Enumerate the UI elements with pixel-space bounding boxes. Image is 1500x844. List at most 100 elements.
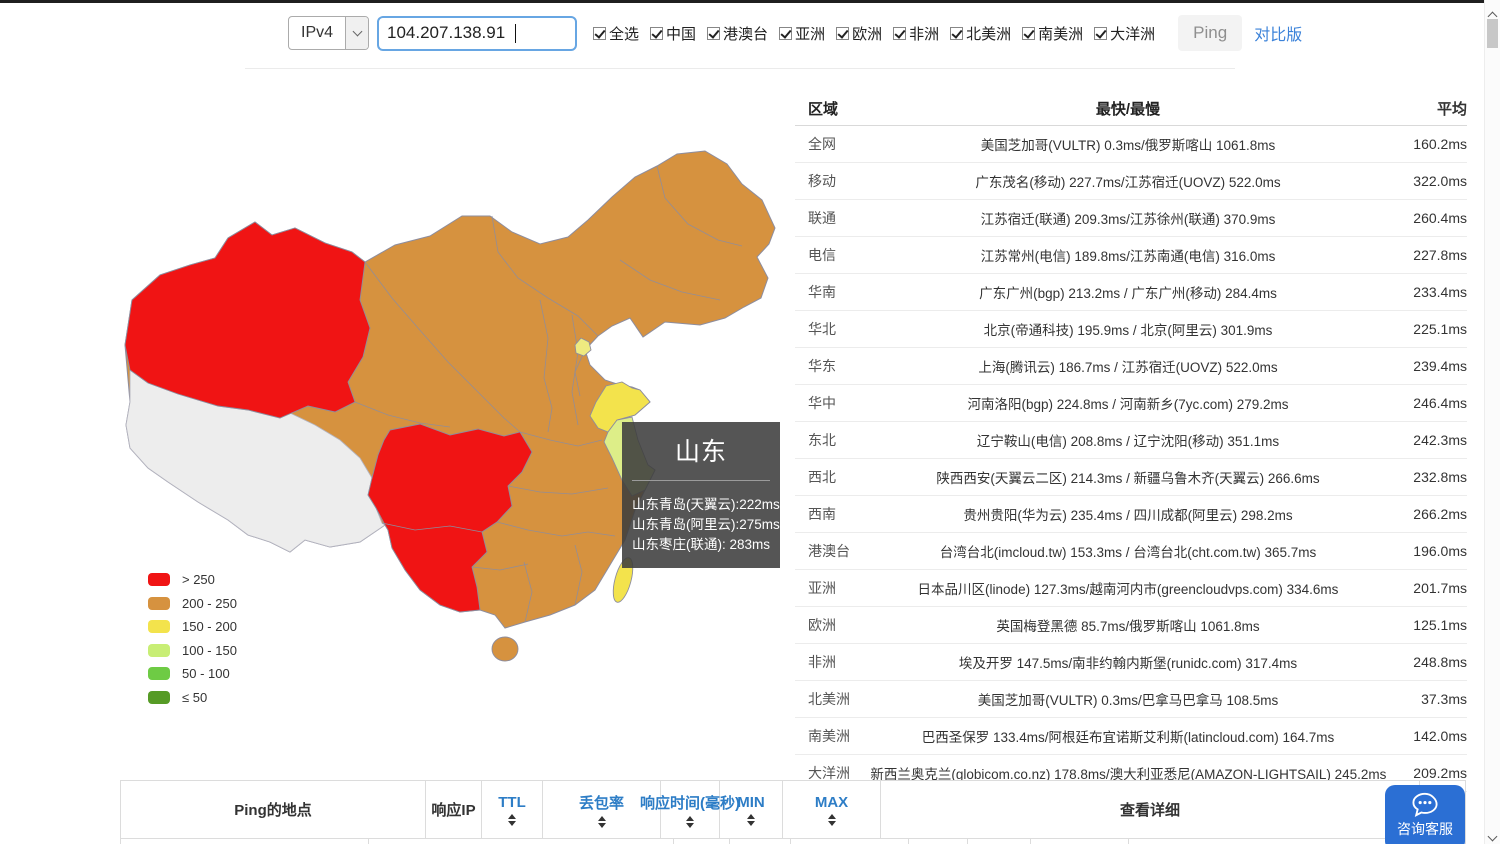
- scroll-down-icon[interactable]: [1489, 827, 1496, 844]
- region-checkbox[interactable]: 欧洲: [836, 23, 882, 44]
- province-hainan[interactable]: [492, 637, 518, 661]
- checkbox-label: 欧洲: [852, 23, 882, 44]
- table-row: 华中 河南洛阳(bgp) 224.8ms / 河南新乡(7yc.com) 279…: [795, 385, 1467, 422]
- region-checkbox[interactable]: 全选: [593, 23, 639, 44]
- sort-arrows-icon[interactable]: [686, 816, 694, 828]
- ip-version-select[interactable]: IPv4: [288, 16, 369, 50]
- support-button[interactable]: 咨询客服: [1385, 785, 1465, 844]
- ping-header-cell[interactable]: 响应IP: [426, 781, 482, 838]
- scrollbar[interactable]: [1484, 0, 1500, 844]
- scrollbar-thumb[interactable]: [1487, 19, 1498, 48]
- checkbox-icon[interactable]: [950, 27, 963, 40]
- top-border: [0, 0, 1484, 3]
- cell-region: 欧洲: [795, 615, 873, 635]
- table-row: 东北 辽宁鞍山(电信) 208.8ms / 辽宁沈阳(移动) 351.1ms 2…: [795, 422, 1467, 459]
- table-row: 南美洲 巴西圣保罗 133.4ms/阿根廷布宜诺斯艾利斯(latincloud.…: [795, 718, 1467, 755]
- checkbox-icon[interactable]: [1094, 27, 1107, 40]
- tooltip-node-name: 山东青岛(阿里云):: [632, 515, 739, 535]
- region-checkbox[interactable]: 亚洲: [779, 23, 825, 44]
- tooltip-line: 山东青岛(天翼云): 222ms: [632, 495, 770, 515]
- legend-item: ≤ 50: [148, 686, 237, 710]
- ping-header-cell[interactable]: MAX: [783, 781, 881, 838]
- checkbox-icon[interactable]: [650, 27, 663, 40]
- region-checkbox[interactable]: 北美洲: [950, 23, 1011, 44]
- region-checkbox[interactable]: 大洋洲: [1094, 23, 1155, 44]
- table-row: 华南 广东广州(bgp) 213.2ms / 广东广州(移动) 284.4ms …: [795, 274, 1467, 311]
- table-row: 亚洲 日本品川区(linode) 127.3ms/越南河内市(greenclou…: [795, 570, 1467, 607]
- ip-version-value: IPv4: [289, 17, 345, 49]
- cell-region: 西南: [795, 504, 873, 524]
- sort-down-icon: [508, 821, 516, 826]
- sort-arrows-icon[interactable]: [828, 814, 836, 826]
- topbar-divider: [245, 68, 1235, 69]
- ping-table: Ping的地点 响应IP TTL: [120, 780, 1466, 844]
- cell-average: 242.3ms: [1383, 432, 1467, 448]
- table-row: 西北 陕西西安(天翼云二区) 214.3ms / 新疆乌鲁木齐(天翼云) 266…: [795, 459, 1467, 496]
- tooltip-node-name: 山东青岛(天翼云):: [632, 495, 739, 515]
- tooltip-lines: 山东青岛(天翼云): 222ms 山东青岛(阿里云): 275ms 山东枣庄(联…: [632, 495, 770, 555]
- checkbox-icon[interactable]: [707, 27, 720, 40]
- legend-swatch: [148, 597, 170, 610]
- checkbox-icon[interactable]: [893, 27, 906, 40]
- checkbox-icon[interactable]: [1022, 27, 1035, 40]
- cell-fastest-slowest: 日本品川区(linode) 127.3ms/越南河内市(greencloudvp…: [873, 578, 1383, 598]
- table-row: 联通 江苏宿迁(联通) 209.3ms/江苏徐州(联通) 370.9ms 260…: [795, 200, 1467, 237]
- ping-header-label: MIN: [737, 794, 765, 811]
- sort-down-icon: [598, 823, 606, 828]
- table-row: 西南 贵州贵阳(华为云) 235.4ms / 四川成都(阿里云) 298.2ms…: [795, 496, 1467, 533]
- region-checkbox[interactable]: 南美洲: [1022, 23, 1083, 44]
- cell-fastest-slowest: 美国芝加哥(VULTR) 0.3ms/巴拿马巴拿马 108.5ms: [873, 689, 1383, 709]
- checkbox-label: 南美洲: [1038, 23, 1083, 44]
- legend-item: > 250: [148, 568, 237, 592]
- cell-fastest-slowest: 辽宁鞍山(电信) 208.8ms / 辽宁沈阳(移动) 351.1ms: [873, 430, 1383, 450]
- ping-button[interactable]: Ping: [1178, 15, 1242, 51]
- cell-fastest-slowest: 美国芝加哥(VULTR) 0.3ms/俄罗斯喀山 1061.8ms: [873, 134, 1383, 154]
- region-checkbox-group: 全选 中国 港澳台 亚洲 欧洲: [593, 23, 1166, 44]
- cell-fastest-slowest: 江苏宿迁(联通) 209.3ms/江苏徐州(联通) 370.9ms: [873, 208, 1383, 228]
- map-tooltip: 山东 山东青岛(天翼云): 222ms 山东青岛(阿里云): 275ms 山东枣…: [622, 422, 780, 568]
- sort-down-icon: [686, 823, 694, 828]
- legend-label: ≤ 50: [182, 690, 207, 705]
- compare-version-link[interactable]: 对比版: [1254, 21, 1302, 45]
- ping-header-label: 查看详细: [1120, 799, 1180, 820]
- region-checkbox[interactable]: 港澳台: [707, 23, 768, 44]
- chevron-down-icon: [352, 27, 362, 37]
- ping-table-empty-row: [121, 838, 1465, 844]
- ping-header-cell[interactable]: 查看详细: [881, 781, 1420, 838]
- legend-item: 150 - 200: [148, 615, 237, 639]
- table-row: 欧洲 英国梅登黑德 85.7ms/俄罗斯喀山 1061.8ms 125.1ms: [795, 607, 1467, 644]
- checkbox-icon[interactable]: [836, 27, 849, 40]
- sort-arrows-icon[interactable]: [508, 814, 516, 826]
- ping-header-cell[interactable]: 响应时间(毫秒): [661, 781, 720, 838]
- legend-swatch: [148, 573, 170, 586]
- cell-region: 电信: [795, 245, 873, 265]
- cell-fastest-slowest: 上海(腾讯云) 186.7ms / 江苏宿迁(UOVZ) 522.0ms: [873, 356, 1383, 376]
- cell-region: 华北: [795, 319, 873, 339]
- cell-fastest-slowest: 陕西西安(天翼云二区) 214.3ms / 新疆乌鲁木齐(天翼云) 266.6m…: [873, 467, 1383, 487]
- sort-arrows-icon[interactable]: [598, 816, 606, 828]
- region-checkbox[interactable]: 非洲: [893, 23, 939, 44]
- sort-up-icon: [747, 814, 755, 819]
- sort-arrows-icon[interactable]: [747, 814, 755, 826]
- cell-average: 160.2ms: [1383, 136, 1467, 152]
- cell-fastest-slowest: 巴西圣保罗 133.4ms/阿根廷布宜诺斯艾利斯(latincloud.com)…: [873, 726, 1383, 746]
- checkbox-icon[interactable]: [779, 27, 792, 40]
- cell-fastest-slowest: 河南洛阳(bgp) 224.8ms / 河南新乡(7yc.com) 279.2m…: [873, 393, 1383, 413]
- sort-down-icon: [828, 821, 836, 826]
- tooltip-title: 山东: [632, 432, 770, 468]
- ping-header-cell[interactable]: Ping的地点: [121, 781, 426, 838]
- ping-header-cell[interactable]: TTL: [482, 781, 543, 838]
- cell-average: 239.4ms: [1383, 358, 1467, 374]
- cell-region: 华南: [795, 282, 873, 302]
- tooltip-node-value: 283ms: [729, 535, 770, 555]
- ip-input[interactable]: [387, 23, 567, 43]
- select-arrow-box[interactable]: [345, 17, 368, 49]
- table-row: 北美洲 美国芝加哥(VULTR) 0.3ms/巴拿马巴拿马 108.5ms 37…: [795, 681, 1467, 718]
- legend-item: 50 - 100: [148, 662, 237, 686]
- checkbox-icon[interactable]: [593, 27, 606, 40]
- ping-header-cell[interactable]: MIN: [720, 781, 783, 838]
- cell-average: 233.4ms: [1383, 284, 1467, 300]
- cell-region: 华东: [795, 356, 873, 376]
- region-table-body: 全网 美国芝加哥(VULTR) 0.3ms/俄罗斯喀山 1061.8ms 160…: [795, 126, 1467, 792]
- region-checkbox[interactable]: 中国: [650, 23, 696, 44]
